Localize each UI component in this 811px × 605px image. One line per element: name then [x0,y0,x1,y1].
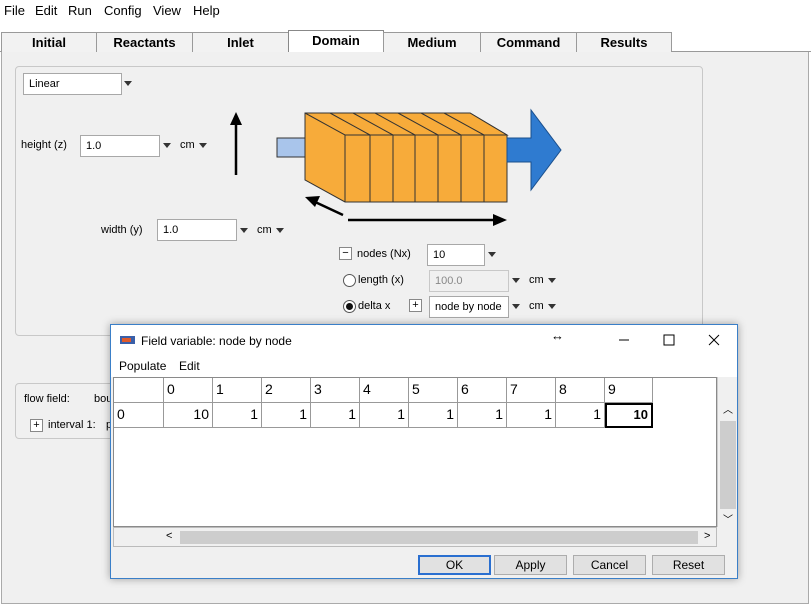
vertical-scrollbar[interactable]: ︿ ﹀ [717,377,737,527]
scroll-thumb[interactable] [180,531,698,544]
dialog-title: Field variable: node by node [141,334,292,348]
chevron-down-icon[interactable] [512,304,520,309]
length-unit[interactable]: cm [529,274,544,286]
interval-label: interval 1: [48,419,96,431]
maximize-icon[interactable] [663,334,675,346]
table-cell[interactable]: 1 [262,403,311,428]
corner-cell [114,378,164,403]
menu-edit[interactable]: Edit [35,3,57,18]
dialog-title-bar[interactable]: Field variable: node by node ↔ [111,325,737,355]
tab-results[interactable]: Results [576,32,672,52]
height-unit[interactable]: cm [180,139,195,151]
cancel-button[interactable]: Cancel [573,555,646,575]
tab-command[interactable]: Command [480,32,577,52]
length-radio[interactable] [343,274,356,287]
scroll-up-icon[interactable]: ︿ [723,401,733,416]
column-header: 8 [556,378,605,403]
chevron-down-icon[interactable] [548,278,556,283]
dialog-menu-bar: Populate Edit [111,355,737,377]
table-cell-editing[interactable]: 10 [605,403,653,428]
close-icon[interactable] [708,334,720,346]
menu-file[interactable]: File [4,3,25,18]
table-cell[interactable]: 1 [409,403,458,428]
app-icon [120,336,135,344]
column-header: 0 [164,378,213,403]
deltax-expand-button[interactable]: + [409,299,422,312]
horizontal-scrollbar[interactable]: < > [113,527,717,547]
resize-cursor-icon: ↔ [551,328,564,343]
column-header: 6 [458,378,507,403]
deltax-label: delta x [358,300,391,312]
width-axis-arrow [312,199,344,217]
table-cell[interactable]: 10 [164,403,213,428]
menu-run[interactable]: Run [68,3,92,18]
scroll-thumb[interactable] [720,421,736,509]
field-variable-dialog: Field variable: node by node ↔ Populate … [110,324,738,579]
height-label: height (z) [21,139,67,151]
deltax-unit[interactable]: cm [529,300,544,312]
ok-button[interactable]: OK [418,555,491,575]
menu-dialog-edit[interactable]: Edit [179,359,200,373]
tab-inlet[interactable]: Inlet [192,32,289,52]
length-label: length (x) [358,274,404,286]
nodes-collapse-button[interactable]: − [339,247,352,260]
column-header: 7 [507,378,556,403]
column-header: 9 [605,378,653,403]
menu-view[interactable]: View [153,3,181,18]
table-cell[interactable]: 1 [507,403,556,428]
menu-populate[interactable]: Populate [119,359,166,373]
scroll-down-icon[interactable]: ﹀ [723,511,733,526]
menu-bar: File Edit Run Config View Help [0,0,811,22]
column-header: 5 [409,378,458,403]
nodes-label: nodes (Nx) [357,248,411,260]
chevron-down-icon[interactable] [548,304,556,309]
table-cell[interactable]: 1 [311,403,360,428]
geometry-type-select[interactable]: Linear [23,73,122,95]
tab-initial[interactable]: Initial [1,32,97,52]
node-values-table: 0 1 2 3 4 5 6 7 8 9 0 10 1 1 1 1 1 1 1 1… [113,377,717,527]
table-cell[interactable]: 1 [556,403,605,428]
column-header: 3 [311,378,360,403]
chevron-down-icon[interactable] [488,252,496,257]
interval-expand-button[interactable]: + [30,419,43,432]
row-header: 0 [114,403,164,428]
inlet-pipe [276,137,308,158]
tab-bar: Initial Reactants Inlet Domain Medium Co… [0,30,811,53]
column-header: 2 [262,378,311,403]
minimize-icon[interactable] [618,334,630,346]
menu-config[interactable]: Config [104,3,142,18]
scroll-left-icon[interactable]: < [166,530,172,542]
menu-help[interactable]: Help [193,3,220,18]
deltax-mode-select[interactable]: node by node [429,296,509,318]
nodes-input[interactable]: 10 [427,244,485,266]
chevron-down-icon[interactable] [512,278,520,283]
table-cell[interactable]: 1 [458,403,507,428]
column-header: 1 [213,378,262,403]
apply-button[interactable]: Apply [494,555,567,575]
reactor-diagram [230,108,562,226]
tab-domain[interactable]: Domain [288,30,384,53]
tab-medium[interactable]: Medium [383,32,481,52]
table-cell[interactable]: 1 [360,403,409,428]
column-header: 4 [360,378,409,403]
chevron-down-icon[interactable] [124,81,132,86]
deltax-radio[interactable] [343,300,356,313]
scroll-right-icon[interactable]: > [704,530,710,542]
height-input[interactable]: 1.0 [80,135,160,157]
flow-field-label: flow field: [24,393,70,405]
chevron-down-icon[interactable] [163,143,171,148]
reset-button[interactable]: Reset [652,555,725,575]
width-label: width (y) [101,224,143,236]
height-arrowhead [230,112,242,125]
chevron-down-icon[interactable] [199,143,207,148]
length-input[interactable]: 100.0 [429,270,509,292]
table-cell[interactable]: 1 [213,403,262,428]
tab-reactants[interactable]: Reactants [96,32,193,52]
outlet-arrow-icon [506,108,562,192]
